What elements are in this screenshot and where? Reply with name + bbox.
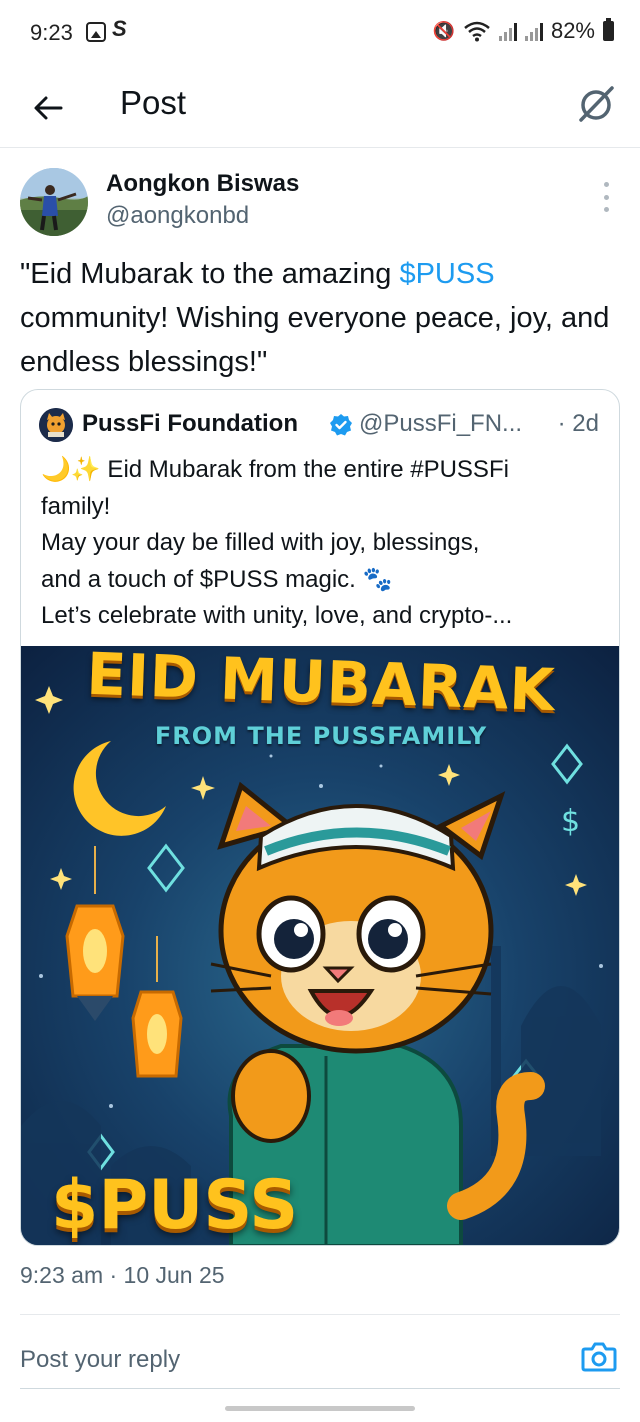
signal-icon-1 (498, 21, 517, 41)
post-timestamp: 9:23 am · 10 Jun 25 (20, 1262, 225, 1288)
battery-percent: 82% (550, 18, 595, 43)
camera-icon[interactable] (580, 1338, 618, 1376)
quote-line: and a touch of $PUSS magic. 🐾 (41, 565, 393, 593)
image-bottom-text: $PUSS (51, 1166, 299, 1245)
more-options-button[interactable] (598, 182, 614, 212)
back-arrow-icon (34, 96, 63, 120)
avatar-image (20, 168, 88, 236)
reply-input[interactable] (20, 1340, 560, 1380)
more-dot-icon (603, 207, 609, 212)
gallery-notification-icon (86, 22, 106, 42)
more-dot-icon (603, 194, 609, 200)
home-indicator[interactable] (225, 1406, 415, 1411)
mute-icon: 🔇 (432, 20, 455, 41)
grok-icon[interactable] (574, 82, 618, 126)
author-handle[interactable]: @aongkonbd (106, 202, 249, 230)
quote-author-handle: @PussFi_FN... (359, 410, 523, 437)
battery-icon (603, 18, 614, 41)
status-bar: 9:23 S 🔇 82% (0, 0, 640, 66)
s-app-notification-icon: S (112, 16, 127, 41)
signal-icon-2 (524, 21, 543, 41)
quote-author-avatar (39, 408, 73, 442)
back-button[interactable] (26, 86, 70, 130)
quote-line: family! (41, 492, 111, 520)
quote-text: 🌙✨ Eid Mubarak from the entire #PUSSFi f… (41, 452, 611, 635)
cat-logo-icon (39, 408, 73, 442)
header-bar: Post (0, 66, 640, 148)
author-name[interactable]: Aongkon Biswas (106, 170, 299, 198)
quote-author-name: PussFi Foundation (82, 410, 298, 437)
post-text: "Eid Mubarak to the amazing $PUSS commun… (20, 252, 620, 384)
svg-text:$: $ (561, 804, 580, 839)
quote-time: · 2d (557, 410, 599, 437)
quote-line: 🌙✨ Eid Mubarak from the entire #PUSSFi (41, 456, 509, 483)
post-text-before: "Eid Mubarak to the amazing (20, 258, 400, 290)
status-time: 9:23 (30, 20, 73, 45)
page-title: Post (120, 84, 187, 121)
quote-line: Let’s celebrate with unity, love, and cr… (41, 602, 513, 629)
post-text-after: community! Wishing everyone peace, joy, … (20, 302, 610, 378)
cashtag-link[interactable]: $PUSS (399, 258, 494, 290)
quoted-post-card[interactable]: PussFi Foundation @PussFi_FN... · 2d 🌙✨ … (20, 389, 620, 1246)
divider (20, 1314, 620, 1315)
quote-line: May your day be filled with joy, blessin… (41, 529, 480, 556)
image-subtitle-text: FROM THE PUSSFAMILY (154, 722, 488, 750)
verified-badge-icon (330, 414, 352, 436)
quote-media-image[interactable]: $ EID MUBARAK FROM THE PUSSFAMILY $PUSS (21, 646, 619, 1245)
more-dot-icon (603, 182, 609, 187)
author-avatar[interactable] (20, 168, 88, 236)
status-icons: 🔇 82% (433, 18, 614, 44)
wifi-icon (464, 21, 490, 42)
divider (20, 1388, 620, 1389)
